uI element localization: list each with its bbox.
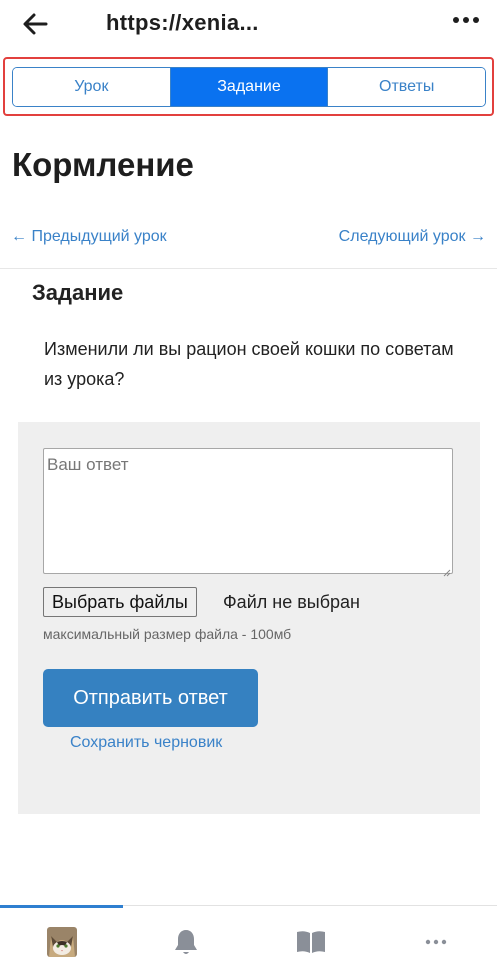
- active-tab-indicator: [0, 905, 123, 908]
- url-text[interactable]: https://xenia...: [106, 10, 259, 36]
- divider: [0, 268, 497, 269]
- submit-answer-button[interactable]: Отправить ответ: [43, 669, 258, 727]
- file-status-text: Файл не выбран: [223, 592, 360, 612]
- more-horizontal-icon[interactable]: [418, 924, 454, 960]
- lesson-tabs: Урок Задание Ответы: [12, 67, 486, 107]
- choose-files-button[interactable]: Выбрать файлы: [43, 587, 197, 617]
- profile-avatar[interactable]: [44, 924, 80, 960]
- browser-bar: https://xenia...: [0, 0, 497, 50]
- tab-lesson[interactable]: Урок: [13, 68, 170, 106]
- answer-form: Выбрать файлы Файл не выбран максимальны…: [18, 422, 480, 814]
- task-heading: Задание: [32, 280, 124, 305]
- cat-avatar: [47, 927, 77, 957]
- save-draft-link[interactable]: Сохранить черновик: [70, 734, 222, 752]
- file-size-hint: максимальный размер файла - 100мб: [43, 626, 292, 642]
- back-arrow-icon[interactable]: [20, 8, 52, 40]
- bell-icon[interactable]: [168, 924, 204, 960]
- resize-grip-icon[interactable]: [443, 564, 451, 577]
- more-vertical-icon[interactable]: [451, 10, 481, 30]
- task-question: Изменили ли вы рацион своей кошки по сов…: [44, 339, 454, 389]
- next-lesson-link[interactable]: Следующий урок →: [339, 228, 486, 246]
- tab-answers[interactable]: Ответы: [327, 68, 485, 106]
- book-icon[interactable]: [293, 924, 329, 960]
- tab-task[interactable]: Задание: [169, 68, 328, 106]
- page-title: Кормление: [12, 146, 194, 183]
- answer-textarea[interactable]: [43, 448, 453, 574]
- previous-lesson-link[interactable]: ← Предыдущий урок: [11, 228, 167, 246]
- bottom-navigation: [0, 905, 497, 980]
